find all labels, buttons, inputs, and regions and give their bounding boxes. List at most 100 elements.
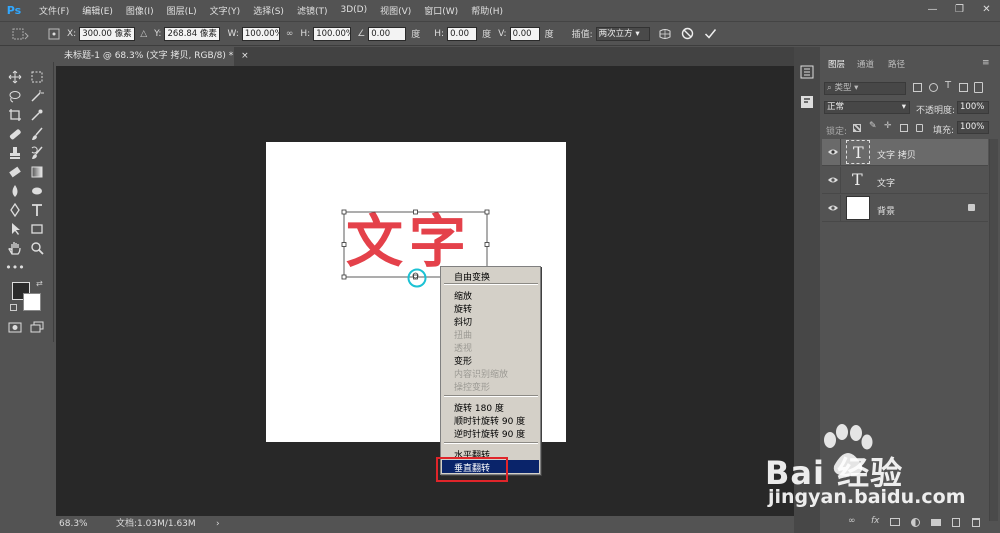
background-color-swatch[interactable] [23, 293, 41, 311]
crop-tool-icon[interactable] [6, 106, 24, 124]
hskew-field[interactable]: 0.00 [447, 26, 478, 41]
move-tool-icon[interactable] [6, 68, 24, 86]
lasso-tool-icon[interactable] [6, 87, 24, 105]
quick-mask-icon[interactable] [6, 318, 24, 336]
lock-position-icon[interactable]: ✛ [884, 121, 892, 131]
menu-help[interactable]: 帮助(H) [471, 4, 503, 17]
visibility-eye-icon[interactable] [828, 148, 838, 156]
link-icon[interactable]: ∞ [286, 29, 294, 39]
eyedropper-tool-icon[interactable] [28, 106, 46, 124]
screen-mode-icon[interactable] [28, 318, 46, 336]
pen-tool-icon[interactable] [6, 201, 24, 219]
menu-edit[interactable]: 编辑(E) [82, 4, 113, 17]
healing-brush-tool-icon[interactable] [6, 125, 24, 143]
layer-name[interactable]: 文字 拷贝 [877, 148, 916, 161]
cancel-transform-icon[interactable] [681, 27, 694, 40]
properties-panel-icon[interactable] [800, 95, 814, 109]
history-brush-tool-icon[interactable] [28, 144, 46, 162]
close-button[interactable]: ✕ [973, 0, 1000, 20]
visibility-eye-icon[interactable] [828, 204, 838, 212]
tab-paths[interactable]: 路径 [888, 58, 905, 70]
menu-item-rotate[interactable]: 旋转 [454, 302, 472, 315]
filter-type-icon[interactable]: T [945, 80, 951, 91]
type-tool-icon[interactable] [28, 201, 46, 219]
lock-artboard-icon[interactable] [900, 124, 908, 132]
layer-row-text-copy[interactable]: T 文字 拷贝 [822, 139, 988, 166]
menu-item-free-transform[interactable]: 自由变换 [454, 270, 490, 283]
swap-colors-icon[interactable]: ⇄ [36, 279, 43, 288]
document-tab-close-icon[interactable]: × [241, 51, 249, 61]
blend-mode-select[interactable]: 正常 ▾ [824, 101, 910, 114]
reference-point-icon[interactable] [48, 28, 60, 40]
menu-filter[interactable]: 滤镜(T) [297, 4, 328, 17]
filter-smart-icon[interactable] [974, 82, 983, 93]
document-tab[interactable]: 未标题-1 @ 68.3% (文字 拷贝, RGB/8) * × [56, 47, 249, 66]
transform-tool-icon[interactable] [8, 27, 30, 41]
height-field[interactable]: 100.00% [313, 26, 352, 41]
lock-transparent-icon[interactable] [853, 124, 861, 132]
lock-all-icon[interactable] [916, 124, 923, 132]
y-position-field[interactable]: 268.84 像素 [164, 26, 221, 41]
blur-tool-icon[interactable] [6, 182, 24, 200]
text-layer-thumbnail[interactable]: T [846, 140, 870, 164]
text-layer-thumbnail[interactable]: T [846, 168, 870, 192]
gradient-tool-icon[interactable] [28, 163, 46, 181]
angle-field[interactable]: 0.00 [368, 26, 407, 41]
default-colors-icon[interactable] [10, 304, 17, 311]
layer-row-text[interactable]: T 文字 [822, 167, 988, 194]
menu-item-rotate-180[interactable]: 旋转 180 度 [454, 401, 504, 414]
menu-3d[interactable]: 3D(D) [340, 5, 367, 15]
zoom-level[interactable]: 68.3% [59, 516, 88, 533]
filter-shape-icon[interactable] [959, 83, 968, 92]
path-selection-tool-icon[interactable] [6, 220, 24, 238]
warp-mode-icon[interactable] [658, 27, 672, 41]
lock-image-icon[interactable]: ✎ [869, 121, 877, 131]
commit-transform-icon[interactable] [704, 27, 717, 40]
layer-row-background[interactable]: 背景 [822, 195, 988, 222]
interpolation-select[interactable]: 两次立方 ▾ [595, 26, 650, 41]
clone-stamp-tool-icon[interactable] [6, 144, 24, 162]
status-arrow-icon[interactable]: › [216, 516, 220, 533]
layer-filter-select[interactable]: ⌕ 类型 ▾ [824, 82, 906, 95]
menu-item-skew[interactable]: 斜切 [454, 315, 472, 328]
more-tools-icon[interactable]: ••• [5, 258, 24, 276]
minimize-button[interactable]: — [919, 0, 946, 20]
filter-pixel-icon[interactable] [913, 83, 922, 92]
layer-name[interactable]: 背景 [877, 204, 895, 217]
menu-select[interactable]: 选择(S) [253, 4, 284, 17]
magic-wand-tool-icon[interactable] [28, 87, 46, 105]
menu-image[interactable]: 图像(I) [126, 4, 154, 17]
menu-window[interactable]: 窗口(W) [424, 4, 458, 17]
rectangle-tool-icon[interactable] [28, 220, 46, 238]
hand-tool-icon[interactable] [6, 239, 24, 257]
fill-field[interactable]: 100% [957, 121, 989, 134]
width-field[interactable]: 100.00% [241, 26, 280, 41]
history-panel-icon[interactable] [800, 65, 814, 79]
tab-channels[interactable]: 通道 [857, 58, 874, 70]
vskew-field[interactable]: 0.00 [509, 26, 540, 41]
tab-layers[interactable]: 图层 [828, 58, 845, 70]
brush-tool-icon[interactable] [28, 125, 46, 143]
menu-layer[interactable]: 图层(L) [167, 4, 197, 17]
menu-item-rotate-90-cw[interactable]: 顺时针旋转 90 度 [454, 414, 525, 427]
maximize-button[interactable]: ❐ [946, 0, 973, 20]
menu-type[interactable]: 文字(Y) [210, 4, 241, 17]
opacity-field[interactable]: 100% [957, 101, 989, 114]
visibility-eye-icon[interactable] [828, 176, 838, 184]
photoshop-logo[interactable]: Ps [2, 4, 26, 17]
menu-view[interactable]: 视图(V) [380, 4, 411, 17]
zoom-tool-icon[interactable] [28, 239, 46, 257]
layer-name[interactable]: 文字 [877, 176, 895, 189]
menu-item-rotate-90-ccw[interactable]: 逆时针旋转 90 度 [454, 427, 525, 440]
background-layer-thumbnail[interactable] [846, 196, 870, 220]
marquee-tool-icon[interactable] [28, 68, 46, 86]
menu-item-warp[interactable]: 变形 [454, 354, 472, 367]
x-position-field[interactable]: 300.00 像素 [79, 26, 136, 41]
filter-adjust-icon[interactable] [929, 83, 938, 92]
delta-icon[interactable]: △ [140, 29, 147, 39]
menu-file[interactable]: 文件(F) [39, 4, 69, 17]
menu-item-scale[interactable]: 缩放 [454, 289, 472, 302]
dodge-tool-icon[interactable] [28, 182, 46, 200]
panel-menu-icon[interactable]: ≡ [982, 58, 990, 68]
canvas-workspace[interactable]: 文字 [56, 66, 794, 516]
